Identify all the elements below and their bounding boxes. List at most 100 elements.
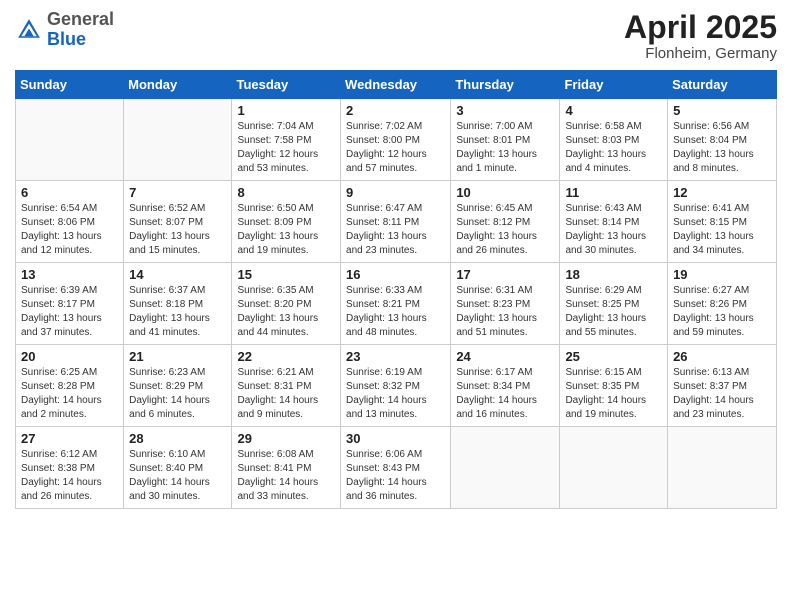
calendar-cell: 25 Sunrise: 6:15 AMSunset: 8:35 PMDayligh… xyxy=(560,345,668,427)
calendar-cell: 10 Sunrise: 6:45 AMSunset: 8:12 PMDayligh… xyxy=(451,181,560,263)
day-info: Sunrise: 6:56 AMSunset: 8:04 PMDaylight:… xyxy=(673,120,771,176)
day-info: Sunrise: 6:10 AMSunset: 8:40 PMDaylight:… xyxy=(129,448,226,504)
day-info: Sunrise: 6:54 AMSunset: 8:06 PMDaylight:… xyxy=(21,202,118,258)
day-number: 28 xyxy=(129,431,226,446)
day-number: 3 xyxy=(456,103,554,118)
day-number: 19 xyxy=(673,267,771,282)
day-number: 7 xyxy=(129,185,226,200)
day-number: 14 xyxy=(129,267,226,282)
day-info: Sunrise: 6:13 AMSunset: 8:37 PMDaylight:… xyxy=(673,366,771,422)
day-number: 16 xyxy=(346,267,445,282)
calendar-cell: 30Sunrise: 6:06 AMSunset: 8:43 PMDayligh… xyxy=(341,427,451,509)
calendar-cell: 6 Sunrise: 6:54 AMSunset: 8:06 PMDaylight… xyxy=(16,181,124,263)
day-of-week-header: Saturday xyxy=(668,71,777,99)
calendar-cell: 1 Sunrise: 7:04 AMSunset: 7:58 PMDaylight… xyxy=(232,99,341,181)
page: General Blue April 2025 Flonheim, German… xyxy=(0,0,792,612)
calendar-cell: 17 Sunrise: 6:31 AMSunset: 8:23 PMDayligh… xyxy=(451,263,560,345)
day-info: Sunrise: 6:45 AMSunset: 8:12 PMDaylight:… xyxy=(456,202,554,258)
calendar-week-row: 6 Sunrise: 6:54 AMSunset: 8:06 PMDaylight… xyxy=(16,181,777,263)
day-number: 10 xyxy=(456,185,554,200)
calendar-cell: 7 Sunrise: 6:52 AMSunset: 8:07 PMDaylight… xyxy=(124,181,232,263)
calendar-cell: 12 Sunrise: 6:41 AMSunset: 8:15 PMDayligh… xyxy=(668,181,777,263)
day-info: Sunrise: 6:29 AMSunset: 8:25 PMDaylight:… xyxy=(565,284,662,340)
day-number: 12 xyxy=(673,185,771,200)
calendar-cell: 24 Sunrise: 6:17 AMSunset: 8:34 PMDayligh… xyxy=(451,345,560,427)
day-info: Sunrise: 6:15 AMSunset: 8:35 PMDaylight:… xyxy=(565,366,662,422)
day-of-week-header: Friday xyxy=(560,71,668,99)
calendar-cell: 27 Sunrise: 6:12 AMSunset: 8:38 PMDayligh… xyxy=(16,427,124,509)
day-of-week-header: Monday xyxy=(124,71,232,99)
day-number: 4 xyxy=(565,103,662,118)
calendar-cell: 29 Sunrise: 6:08 AMSunset: 8:41 PMDayligh… xyxy=(232,427,341,509)
day-number: 25 xyxy=(565,349,662,364)
day-info: Sunrise: 7:00 AMSunset: 8:01 PMDaylight:… xyxy=(456,120,554,176)
calendar-cell: 16 Sunrise: 6:33 AMSunset: 8:21 PMDayligh… xyxy=(341,263,451,345)
calendar-cell: 28 Sunrise: 6:10 AMSunset: 8:40 PMDayligh… xyxy=(124,427,232,509)
calendar-cell: 11Sunrise: 6:43 AMSunset: 8:14 PMDayligh… xyxy=(560,181,668,263)
day-info: Sunrise: 6:33 AMSunset: 8:21 PMDaylight:… xyxy=(346,284,445,340)
day-info: Sunrise: 6:23 AMSunset: 8:29 PMDaylight:… xyxy=(129,366,226,422)
day-of-week-header: Thursday xyxy=(451,71,560,99)
day-number: 26 xyxy=(673,349,771,364)
calendar-cell xyxy=(124,99,232,181)
day-info: Sunrise: 6:58 AMSunset: 8:03 PMDaylight:… xyxy=(565,120,662,176)
calendar-cell: 26 Sunrise: 6:13 AMSunset: 8:37 PMDayligh… xyxy=(668,345,777,427)
day-info: Sunrise: 6:08 AMSunset: 8:41 PMDaylight:… xyxy=(237,448,335,504)
calendar-week-row: 27 Sunrise: 6:12 AMSunset: 8:38 PMDayligh… xyxy=(16,427,777,509)
day-info: Sunrise: 6:12 AMSunset: 8:38 PMDaylight:… xyxy=(21,448,118,504)
day-number: 9 xyxy=(346,185,445,200)
day-number: 5 xyxy=(673,103,771,118)
day-number: 22 xyxy=(237,349,335,364)
calendar-cell xyxy=(668,427,777,509)
calendar-cell: 18Sunrise: 6:29 AMSunset: 8:25 PMDayligh… xyxy=(560,263,668,345)
day-number: 23 xyxy=(346,349,445,364)
calendar-cell: 14Sunrise: 6:37 AMSunset: 8:18 PMDayligh… xyxy=(124,263,232,345)
day-number: 21 xyxy=(129,349,226,364)
day-info: Sunrise: 6:17 AMSunset: 8:34 PMDaylight:… xyxy=(456,366,554,422)
calendar-cell: 8Sunrise: 6:50 AMSunset: 8:09 PMDaylight… xyxy=(232,181,341,263)
calendar-cell xyxy=(560,427,668,509)
day-number: 13 xyxy=(21,267,118,282)
calendar-cell: 22 Sunrise: 6:21 AMSunset: 8:31 PMDayligh… xyxy=(232,345,341,427)
day-info: Sunrise: 6:06 AMSunset: 8:43 PMDaylight:… xyxy=(346,448,445,504)
day-info: Sunrise: 6:39 AMSunset: 8:17 PMDaylight:… xyxy=(21,284,118,340)
calendar-cell: 23 Sunrise: 6:19 AMSunset: 8:32 PMDayligh… xyxy=(341,345,451,427)
day-info: Sunrise: 6:27 AMSunset: 8:26 PMDaylight:… xyxy=(673,284,771,340)
day-number: 20 xyxy=(21,349,118,364)
day-info: Sunrise: 6:47 AMSunset: 8:11 PMDaylight:… xyxy=(346,202,445,258)
logo-text: General Blue xyxy=(47,10,114,50)
calendar-header-row: SundayMondayTuesdayWednesdayThursdayFrid… xyxy=(16,71,777,99)
day-number: 27 xyxy=(21,431,118,446)
calendar-cell: 15Sunrise: 6:35 AMSunset: 8:20 PMDayligh… xyxy=(232,263,341,345)
day-info: Sunrise: 6:52 AMSunset: 8:07 PMDaylight:… xyxy=(129,202,226,258)
day-info: Sunrise: 6:21 AMSunset: 8:31 PMDaylight:… xyxy=(237,366,335,422)
calendar-cell: 2Sunrise: 7:02 AMSunset: 8:00 PMDaylight… xyxy=(341,99,451,181)
calendar-cell xyxy=(451,427,560,509)
day-number: 15 xyxy=(237,267,335,282)
calendar-cell xyxy=(16,99,124,181)
day-info: Sunrise: 7:02 AMSunset: 8:00 PMDaylight:… xyxy=(346,120,445,176)
day-number: 1 xyxy=(237,103,335,118)
calendar-cell: 13 Sunrise: 6:39 AMSunset: 8:17 PMDayligh… xyxy=(16,263,124,345)
calendar: SundayMondayTuesdayWednesdayThursdayFrid… xyxy=(15,70,777,509)
calendar-week-row: 1 Sunrise: 7:04 AMSunset: 7:58 PMDaylight… xyxy=(16,99,777,181)
logo: General Blue xyxy=(15,10,114,50)
day-number: 8 xyxy=(237,185,335,200)
calendar-cell: 9 Sunrise: 6:47 AMSunset: 8:11 PMDaylight… xyxy=(341,181,451,263)
day-number: 24 xyxy=(456,349,554,364)
day-number: 6 xyxy=(21,185,118,200)
day-info: Sunrise: 7:04 AMSunset: 7:58 PMDaylight:… xyxy=(237,120,335,176)
calendar-cell: 21 Sunrise: 6:23 AMSunset: 8:29 PMDayligh… xyxy=(124,345,232,427)
calendar-week-row: 20Sunrise: 6:25 AMSunset: 8:28 PMDayligh… xyxy=(16,345,777,427)
title-block: April 2025 Flonheim, Germany xyxy=(624,10,777,62)
day-info: Sunrise: 6:43 AMSunset: 8:14 PMDaylight:… xyxy=(565,202,662,258)
day-of-week-header: Tuesday xyxy=(232,71,341,99)
day-number: 17 xyxy=(456,267,554,282)
day-info: Sunrise: 6:31 AMSunset: 8:23 PMDaylight:… xyxy=(456,284,554,340)
calendar-cell: 4 Sunrise: 6:58 AMSunset: 8:03 PMDaylight… xyxy=(560,99,668,181)
header: General Blue April 2025 Flonheim, German… xyxy=(15,10,777,62)
day-info: Sunrise: 6:19 AMSunset: 8:32 PMDaylight:… xyxy=(346,366,445,422)
calendar-cell: 20Sunrise: 6:25 AMSunset: 8:28 PMDayligh… xyxy=(16,345,124,427)
day-number: 29 xyxy=(237,431,335,446)
day-info: Sunrise: 6:41 AMSunset: 8:15 PMDaylight:… xyxy=(673,202,771,258)
